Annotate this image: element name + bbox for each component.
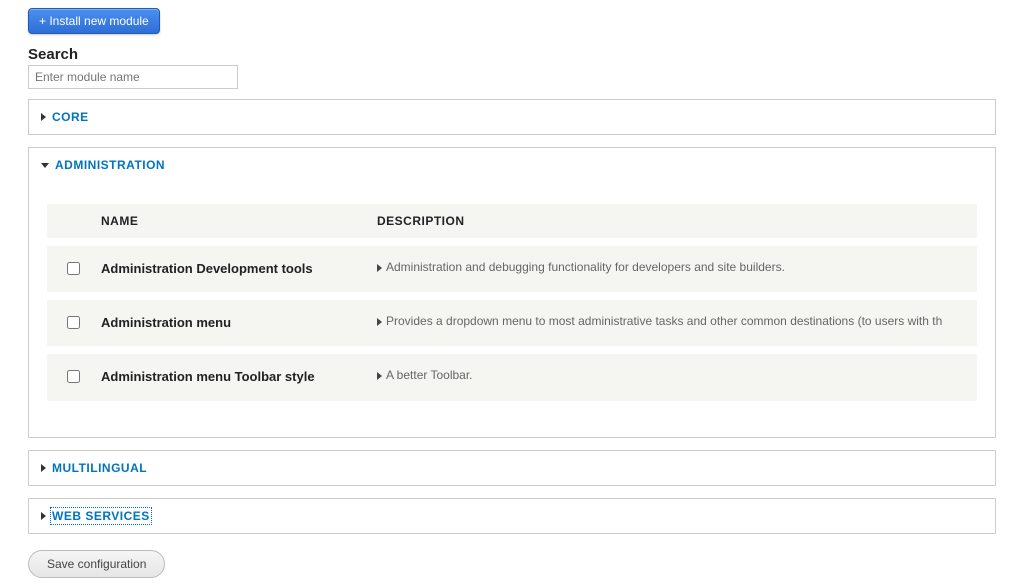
fieldset-administration-body: NAME DESCRIPTION Administration Developm… [29,182,995,437]
install-module-button[interactable]: + Install new module [28,8,160,34]
search-label: Search [28,46,996,63]
module-description-text: Provides a dropdown menu to most adminis… [386,314,942,328]
chevron-right-icon [41,113,46,121]
module-checkbox[interactable] [67,370,80,383]
search-input[interactable] [28,65,238,89]
fieldset-administration: ADMINISTRATION NAME DESCRIPTION Administ… [28,147,996,438]
module-name: Administration menu [99,300,369,346]
fieldset-multilingual: MULTILINGUAL [28,450,996,486]
col-header-check [47,204,99,238]
chevron-down-icon [41,163,49,168]
fieldset-web-services: WEB SERVICES [28,498,996,534]
table-row: Administration Development tools Adminis… [47,246,977,292]
fieldset-core-header[interactable]: CORE [29,100,995,134]
module-checkbox[interactable] [67,316,80,329]
chevron-right-icon [377,372,382,380]
chevron-right-icon [377,264,382,272]
module-description-text: Administration and debugging functionali… [386,260,785,274]
fieldset-multilingual-title: MULTILINGUAL [52,461,147,475]
table-row: Administration menu Toolbar style A bett… [47,354,977,400]
fieldset-administration-title: ADMINISTRATION [55,158,165,172]
module-description[interactable]: A better Toolbar. [369,354,977,400]
fieldset-core-title: CORE [52,110,89,124]
chevron-right-icon [41,512,46,520]
chevron-right-icon [377,318,382,326]
module-name: Administration Development tools [99,246,369,292]
chevron-right-icon [41,464,46,472]
fieldset-administration-header[interactable]: ADMINISTRATION [29,148,995,182]
table-row: Administration menu Provides a dropdown … [47,300,977,346]
fieldset-multilingual-header[interactable]: MULTILINGUAL [29,451,995,485]
col-header-name: NAME [99,204,369,238]
fieldset-web-services-title: WEB SERVICES [52,509,150,523]
module-description[interactable]: Administration and debugging functionali… [369,246,977,292]
module-description[interactable]: Provides a dropdown menu to most adminis… [369,300,977,346]
fieldset-core: CORE [28,99,996,135]
fieldset-web-services-header[interactable]: WEB SERVICES [29,499,995,533]
col-header-description: DESCRIPTION [369,204,977,238]
module-table: NAME DESCRIPTION Administration Developm… [47,196,977,409]
module-name: Administration menu Toolbar style [99,354,369,400]
save-configuration-button[interactable]: Save configuration [28,550,165,578]
module-description-text: A better Toolbar. [386,368,473,382]
module-checkbox[interactable] [67,262,80,275]
